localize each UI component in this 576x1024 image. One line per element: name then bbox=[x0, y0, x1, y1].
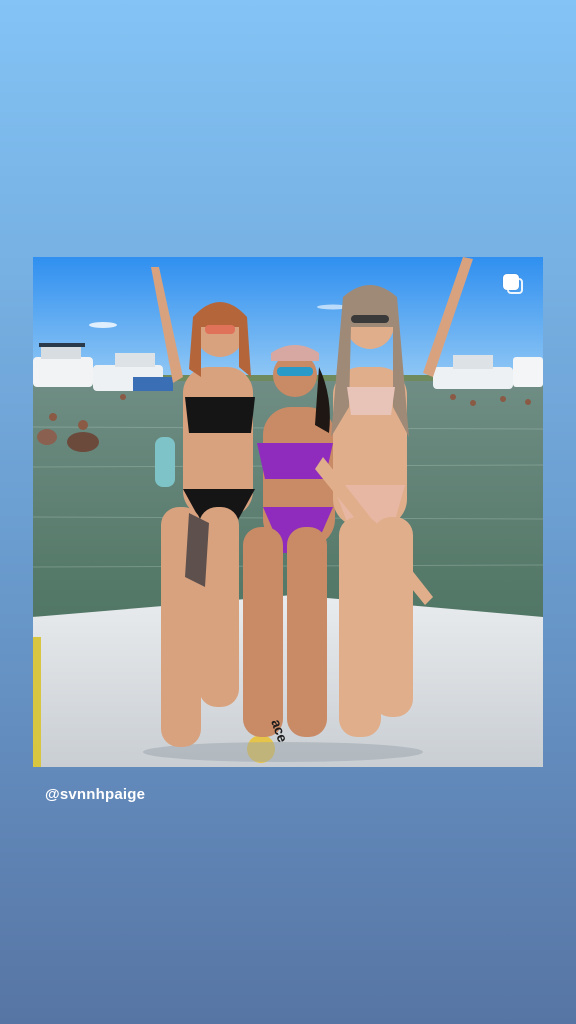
repost-icon-front bbox=[503, 274, 519, 290]
repost-square-icon[interactable] bbox=[503, 274, 525, 296]
repost-photo[interactable]: ace bbox=[33, 257, 543, 767]
post-author-handle[interactable]: @svnnhpaige bbox=[45, 786, 145, 803]
photo-scene: ace bbox=[33, 257, 543, 767]
